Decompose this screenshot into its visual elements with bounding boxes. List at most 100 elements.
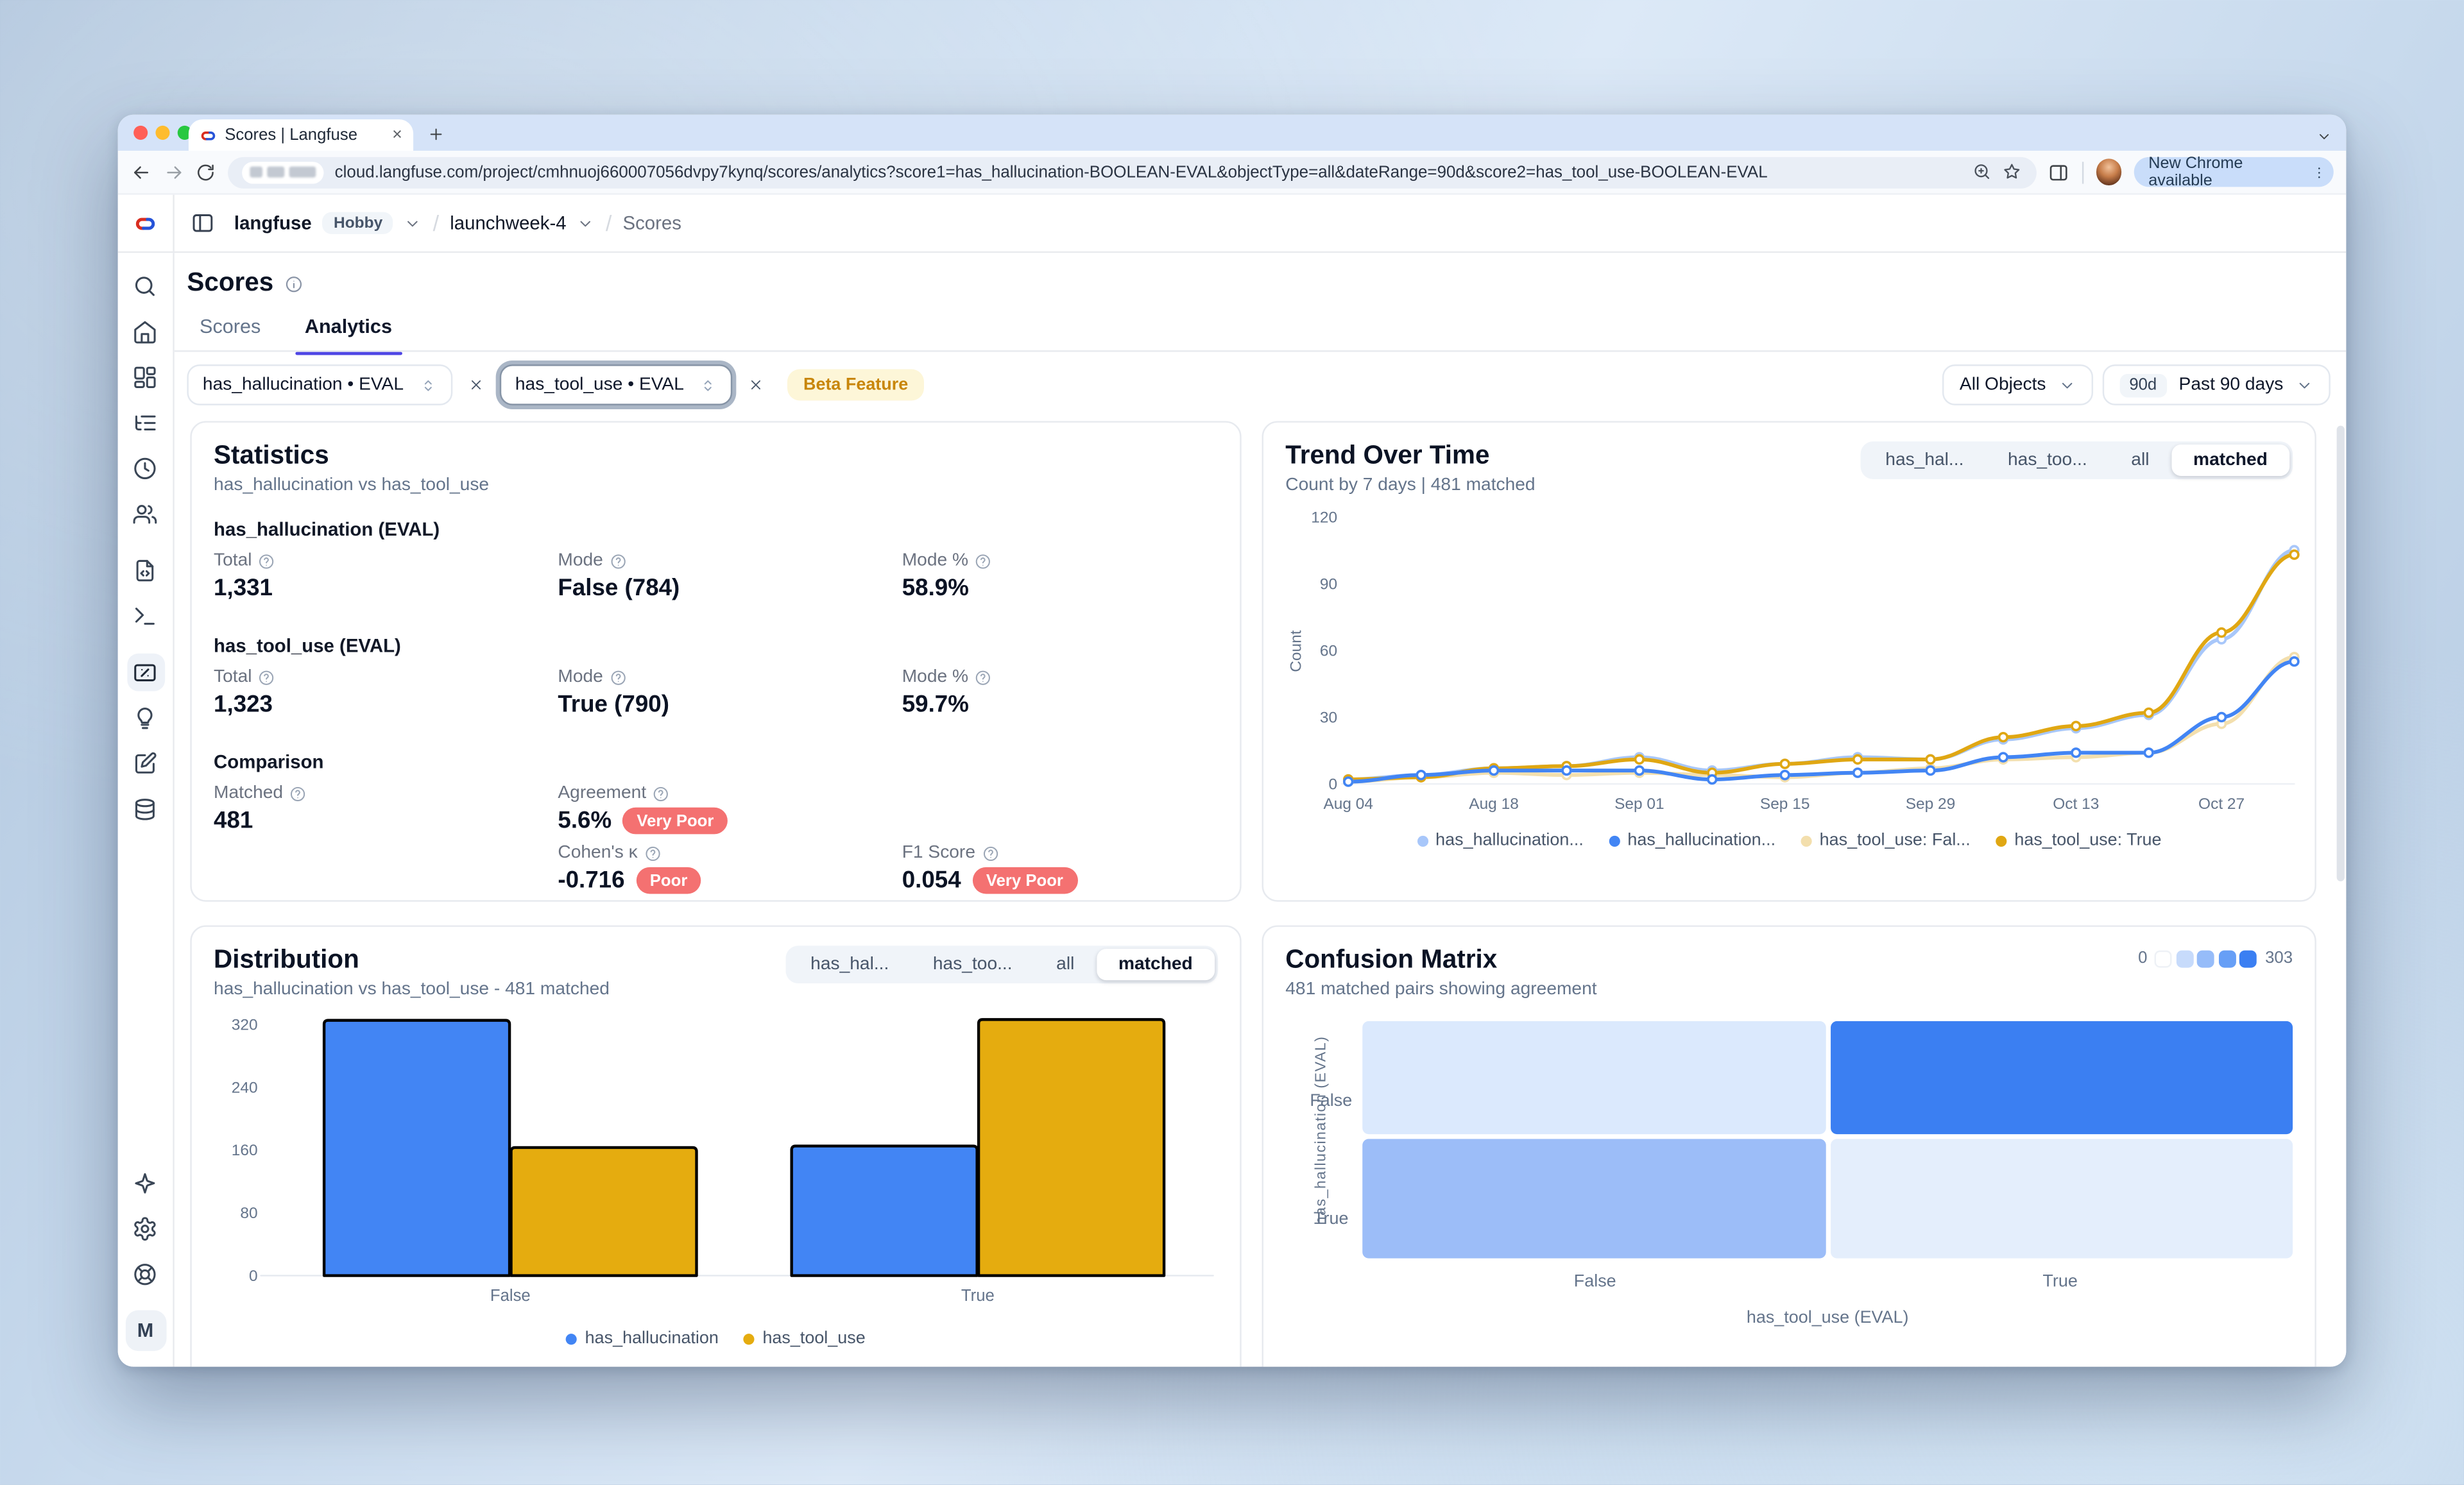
sidebar-item-home[interactable] xyxy=(126,312,164,350)
tab-close-icon[interactable]: × xyxy=(392,126,402,144)
sidebar-item-evaluators[interactable] xyxy=(126,699,164,737)
help-icon[interactable] xyxy=(975,552,992,570)
url-bar[interactable]: cloud.langfuse.com/project/cmhnuoj660007… xyxy=(228,157,2036,188)
help-icon[interactable] xyxy=(289,785,307,802)
zoom-in-icon[interactable] xyxy=(1972,162,1992,182)
scale-swatch xyxy=(2177,949,2194,967)
sidebar-toggle-icon[interactable] xyxy=(190,210,215,235)
toggle-option-has-hal-[interactable]: has_hal... xyxy=(1863,445,1986,476)
minimize-window-button[interactable] xyxy=(155,126,169,140)
sidebar-item-users[interactable] xyxy=(126,495,164,532)
trend-legend: has_hallucination...has_hallucination...… xyxy=(1285,831,2293,850)
help-icon[interactable] xyxy=(653,785,670,802)
sidebar-item-annotation[interactable] xyxy=(126,745,164,783)
scrollbar-thumb[interactable] xyxy=(2337,426,2345,881)
remove-score2-button[interactable] xyxy=(742,371,770,399)
confusion-row-label: True xyxy=(1305,1210,1358,1228)
breadcrumb-org[interactable]: langfuse xyxy=(234,212,312,234)
metric-value: 59.7% xyxy=(902,692,969,718)
toggle-option-all[interactable]: all xyxy=(2109,445,2171,476)
sidebar-item-upgrade[interactable] xyxy=(126,1164,164,1202)
metric-value: 58.9% xyxy=(902,575,969,602)
sidebar-item-scores[interactable] xyxy=(126,654,164,692)
close-window-button[interactable] xyxy=(133,126,148,140)
trend-chart[interactable]: 0306090120Aug 04Aug 18Sep 01Sep 15Sep 29… xyxy=(1301,507,2307,822)
chrome-update-pill[interactable]: New Chrome available xyxy=(2134,157,2334,187)
help-icon[interactable] xyxy=(610,552,627,570)
sidebar-item-dashboards[interactable] xyxy=(126,358,164,396)
toggle-option-all[interactable]: all xyxy=(1034,949,1097,980)
toggle-option-matched[interactable]: matched xyxy=(2171,445,2289,476)
confusion-panel: Confusion Matrix 481 matched pairs showi… xyxy=(1262,925,2316,1366)
confusion-cell-true-true[interactable] xyxy=(1830,1139,2293,1259)
new-tab-button[interactable] xyxy=(423,121,450,148)
svg-text:320: 320 xyxy=(232,1016,258,1033)
object-type-select[interactable]: All Objects xyxy=(1942,364,2093,405)
confusion-color-scale: 0 303 xyxy=(2138,949,2293,967)
sidebar-item-playground[interactable] xyxy=(126,597,164,635)
toggle-option-has-hal-[interactable]: has_hal... xyxy=(789,949,911,980)
svg-text:160: 160 xyxy=(232,1142,258,1159)
user-avatar[interactable]: M xyxy=(125,1310,166,1351)
tab-search-chevron-icon[interactable] xyxy=(2316,129,2332,144)
metric-value: 0.054 xyxy=(902,867,961,894)
chevron-down-icon[interactable] xyxy=(404,214,422,232)
chevron-down-icon[interactable] xyxy=(578,214,595,232)
score1-select[interactable]: has_hallucination • EVAL xyxy=(187,364,452,405)
sidebar-item-support[interactable] xyxy=(126,1255,164,1293)
toggle-option-matched[interactable]: matched xyxy=(1097,949,1215,980)
plan-badge[interactable]: Hobby xyxy=(323,212,393,234)
tabs-divider xyxy=(175,350,2346,352)
help-icon[interactable] xyxy=(975,668,992,686)
main-content: Scores Scores Analytics has_hallucination… xyxy=(175,253,2346,1366)
svg-text:60: 60 xyxy=(1320,642,1337,659)
legend-item: has_tool_use xyxy=(744,1329,866,1348)
sidebar-item-settings[interactable] xyxy=(126,1210,164,1248)
metric-value: -0.716 xyxy=(558,867,624,894)
bookmark-star-icon[interactable] xyxy=(2003,162,2023,182)
chevrons-up-down-icon xyxy=(419,377,436,394)
metric-f1-score: F1 Score0.054Very Poor xyxy=(902,844,1218,903)
confusion-cell-false-false[interactable] xyxy=(1362,1021,1825,1134)
metric-value: 481 xyxy=(214,808,253,835)
info-icon[interactable] xyxy=(284,274,303,293)
help-icon[interactable] xyxy=(644,844,662,861)
langfuse-logo-icon[interactable] xyxy=(118,195,175,251)
remove-score1-button[interactable] xyxy=(462,371,490,399)
breadcrumb-project[interactable]: launchweek-4 xyxy=(450,212,566,234)
sidebar-item-datasets[interactable] xyxy=(126,790,164,828)
reload-icon[interactable] xyxy=(196,161,217,183)
forward-icon[interactable] xyxy=(163,161,184,183)
confusion-cell-true-false[interactable] xyxy=(1362,1139,1825,1259)
help-icon[interactable] xyxy=(258,552,275,570)
help-icon[interactable] xyxy=(258,668,275,686)
home-icon xyxy=(132,319,158,344)
sidebar-item-prompts[interactable] xyxy=(126,552,164,590)
side-panel-icon[interactable] xyxy=(2047,161,2069,183)
toggle-option-has-too-[interactable]: has_too... xyxy=(911,949,1034,980)
site-info-redacted[interactable] xyxy=(242,161,323,183)
scale-swatch xyxy=(2219,949,2236,967)
back-icon[interactable] xyxy=(130,161,151,183)
users-icon xyxy=(132,501,158,527)
tab-scores[interactable]: Scores xyxy=(196,316,264,347)
browser-tab[interactable]: Scores | Langfuse × xyxy=(189,119,413,151)
sidebar-item-search[interactable] xyxy=(126,267,164,305)
browser-profile-avatar[interactable] xyxy=(2096,158,2121,185)
sidebar-item-sessions[interactable] xyxy=(126,449,164,487)
page-tabs: Scores Analytics xyxy=(196,316,395,347)
help-icon[interactable] xyxy=(610,668,627,686)
lifebuoy-icon xyxy=(132,1261,158,1287)
date-range-select[interactable]: 90d Past 90 days xyxy=(2103,364,2331,405)
metric-total: Total1,331 xyxy=(214,552,558,611)
confusion-cell-false-true[interactable] xyxy=(1830,1021,2293,1134)
toggle-option-has-too-[interactable]: has_too... xyxy=(1986,445,2109,476)
scale-swatch xyxy=(2240,949,2257,967)
help-icon[interactable] xyxy=(982,844,999,861)
sidebar-item-tracing[interactable] xyxy=(126,403,164,441)
distribution-chart[interactable]: 080160240320FalseTrue xyxy=(214,1012,1219,1320)
score2-select[interactable]: has_tool_use • EVAL xyxy=(499,364,732,405)
legend-item: has_hallucination... xyxy=(1417,831,1584,850)
confusion-subtitle: 481 matched pairs showing agreement xyxy=(1285,980,1596,999)
tab-analytics[interactable]: Analytics xyxy=(302,316,395,347)
